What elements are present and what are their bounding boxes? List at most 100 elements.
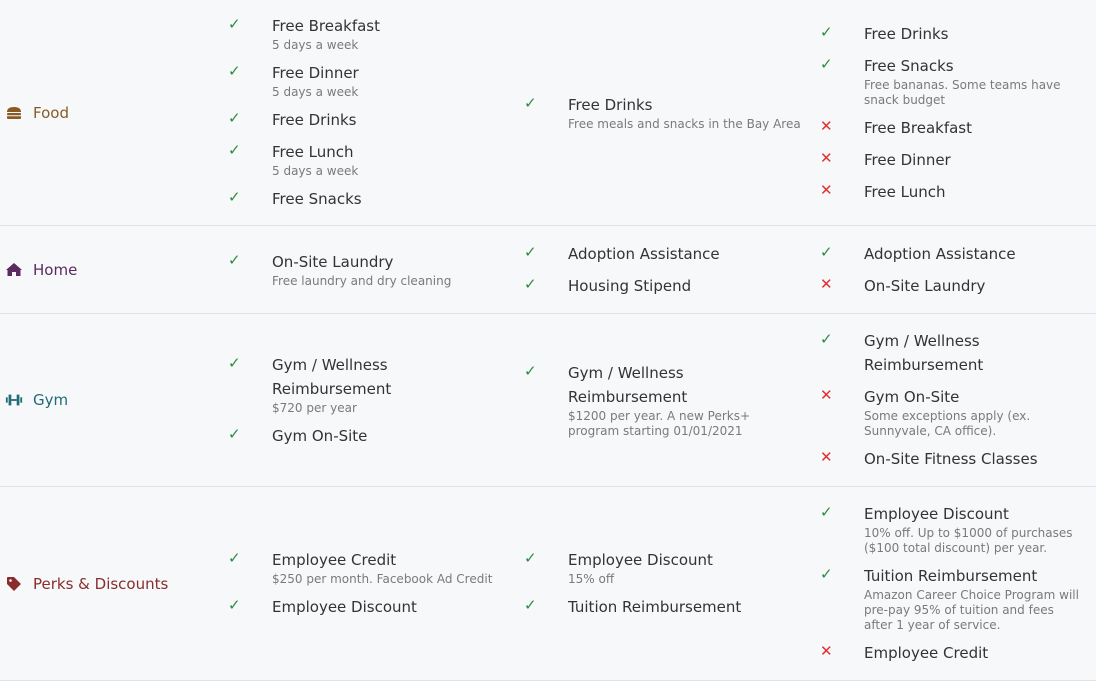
check-icon: ✓	[820, 242, 833, 261]
benefit-item: ✓ Free Dinner 5 days a week	[228, 61, 524, 100]
company-column-3: ✓ Gym / Wellness Reimbursement ✕ Gym On-Sit…	[820, 314, 1096, 486]
benefit-text: Free Dinner 5 days a week	[272, 61, 524, 100]
benefit-name: Free Breakfast	[272, 17, 381, 35]
benefit-note: $720 per year	[272, 400, 357, 415]
benefit-note: 10% off. Up to $1000 of purchases ($100 …	[864, 526, 1073, 555]
category-cell: Home	[0, 226, 228, 313]
benefit-name: On-Site Fitness Classes	[864, 450, 1038, 468]
check-icon: ✓	[228, 596, 241, 614]
check-icon: ✓	[820, 565, 833, 583]
tag-icon	[5, 575, 23, 593]
cross-icon: ✕	[820, 148, 833, 167]
benefit-text: Employee Discount 10% off. Up to $1000 of…	[864, 502, 1096, 556]
benefit-note: Some exceptions apply (ex. Sunnyvale, CA…	[864, 409, 1031, 438]
benefit-item: ✓ Tuition Reimbursement Amazon Career Choi…	[820, 564, 1096, 633]
benefit-name: Employee Discount	[568, 551, 713, 569]
category-cell: Perks & Discounts	[0, 487, 228, 680]
cross-icon: ✕	[820, 274, 833, 293]
benefit-item: ✓ Employee Discount	[228, 595, 524, 619]
category-label: Gym	[33, 391, 69, 409]
check-icon: ✓	[820, 54, 833, 73]
company-column-2: ✓ Gym / Wellness Reimbursement $1200 per y…	[524, 314, 820, 486]
benefit-item: ✓ Employee Credit $250 per month. Facebook…	[228, 548, 524, 587]
table-row: Perks & Discounts ✓ Employee Credit $250 pe…	[0, 487, 1096, 681]
cross-icon: ✕	[820, 180, 833, 199]
benefit-name: Free Lunch	[272, 143, 354, 161]
cross-icon: ✕	[820, 386, 833, 404]
category-label: Food	[33, 103, 69, 122]
check-icon: ✓	[228, 251, 241, 269]
burger-icon	[5, 104, 23, 122]
benefit-text: Free Snacks Free bananas. Some teams have…	[864, 54, 1096, 108]
check-icon: ✓	[228, 141, 241, 159]
company-column-2: ✓ Adoption Assistance ✓ Housing Stipend	[524, 226, 820, 313]
benefit-item: ✕ On-Site Laundry	[820, 274, 1096, 298]
benefit-item: ✓ Employee Discount 15% off	[524, 548, 820, 587]
benefit-name: Employee Discount	[272, 598, 417, 616]
benefit-name: Gym / Wellness Reimbursement	[272, 355, 392, 398]
check-icon: ✓	[228, 62, 241, 80]
benefit-item: ✓ Free Breakfast 5 days a week	[228, 14, 524, 53]
benefit-text: Adoption Assistance	[568, 242, 820, 266]
dumbbell-icon	[5, 391, 23, 409]
cross-icon: ✕	[820, 448, 833, 466]
benefit-name: Adoption Assistance	[864, 244, 1016, 263]
benefit-item: ✓ Gym / Wellness Reimbursement $720 per ye…	[228, 353, 524, 416]
benefit-text: Employee Discount 15% off	[568, 548, 820, 587]
benefit-note: 5 days a week	[272, 164, 359, 178]
benefit-name: Free Snacks	[864, 56, 954, 75]
company-column-1: ✓ Gym / Wellness Reimbursement $720 per ye…	[228, 314, 524, 486]
check-icon: ✓	[820, 22, 833, 41]
category-label: Perks & Discounts	[33, 574, 169, 593]
benefit-name: Gym / Wellness Reimbursement	[568, 364, 688, 406]
benefit-item: ✓ Housing Stipend	[524, 274, 820, 298]
benefit-item: ✕ Free Dinner	[820, 148, 1096, 172]
benefit-name: Free Drinks	[272, 111, 357, 129]
benefit-note: Amazon Career Choice Program will pre-pa…	[864, 588, 1079, 632]
benefit-text: Adoption Assistance	[864, 242, 1096, 266]
check-icon: ✓	[228, 549, 241, 567]
check-icon: ✓	[524, 94, 537, 112]
benefit-name: Tuition Reimbursement	[568, 598, 742, 616]
benefit-item: ✓ Gym / Wellness Reimbursement $1200 per y…	[524, 361, 820, 439]
benefit-name: Free Breakfast	[864, 118, 973, 137]
table-row: Food ✓ Free Breakfast 5 days a week ✓ Free Di…	[0, 0, 1096, 226]
benefit-item: ✓ Free Lunch 5 days a week	[228, 140, 524, 179]
benefit-text: Free Drinks	[864, 22, 1096, 46]
benefit-item: ✓ Free Drinks	[228, 108, 524, 132]
company-column-1: ✓ Employee Credit $250 per month. Facebook…	[228, 487, 524, 680]
company-column-2: ✓ Free Drinks Free meals and snacks in the…	[524, 0, 820, 225]
check-icon: ✓	[524, 362, 537, 380]
benefit-name: Gym On-Site	[864, 388, 960, 406]
benefit-text: Gym / Wellness Reimbursement	[864, 329, 1096, 377]
category-cell: Food	[0, 0, 228, 225]
check-icon: ✓	[228, 15, 241, 33]
company-column-3: ✓ Free Drinks ✓ Free Snacks Free bananas. So…	[820, 0, 1096, 225]
benefit-text: Free Snacks	[272, 187, 524, 211]
benefit-text: On-Site Laundry	[864, 274, 1096, 298]
company-column-1: ✓ Free Breakfast 5 days a week ✓ Free Dinner…	[228, 0, 524, 225]
benefit-name: Free Drinks	[568, 96, 653, 114]
benefit-text: Employee Credit	[864, 641, 1096, 665]
benefit-text: Gym On-Site	[272, 424, 524, 448]
check-icon: ✓	[228, 353, 241, 372]
benefit-item: ✕ Gym On-Site Some exceptions apply (ex. S…	[820, 385, 1096, 439]
benefits-comparison-table: Food ✓ Free Breakfast 5 days a week ✓ Free Di…	[0, 0, 1096, 681]
benefit-name: Employee Discount	[864, 505, 1009, 523]
benefit-note: 5 days a week	[272, 85, 359, 99]
company-column-3: ✓ Adoption Assistance ✕ On-Site Laundry	[820, 226, 1096, 313]
benefit-name: On-Site Laundry	[864, 276, 986, 295]
benefit-text: On-Site Laundry Free laundry and dry clea…	[272, 250, 524, 289]
cross-icon: ✕	[820, 642, 833, 660]
benefit-item: ✕ Employee Credit	[820, 641, 1096, 665]
table-row: Gym ✓ Gym / Wellness Reimbursement $720 per…	[0, 314, 1096, 487]
benefit-name: Employee Credit	[864, 644, 989, 662]
benefit-item: ✕ Free Breakfast	[820, 116, 1096, 140]
benefit-item: ✓ Free Snacks Free bananas. Some teams hav…	[820, 54, 1096, 108]
benefit-item: ✓ Free Snacks	[228, 187, 524, 211]
check-icon: ✓	[524, 596, 537, 614]
category-cell: Gym	[0, 314, 228, 486]
benefit-item: ✕ Free Lunch	[820, 180, 1096, 204]
benefit-name: Free Dinner	[272, 64, 359, 82]
benefit-name: Gym On-Site	[272, 426, 368, 445]
